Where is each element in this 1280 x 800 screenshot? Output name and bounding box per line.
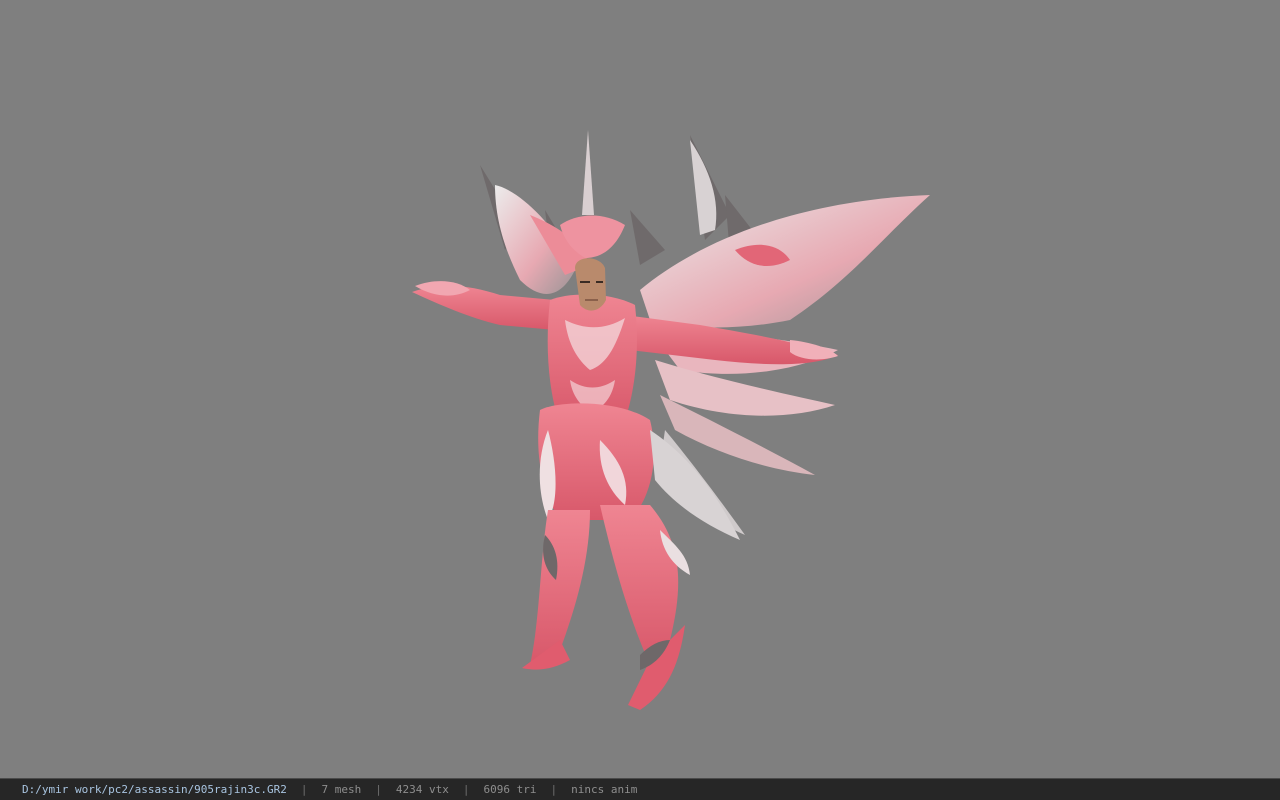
mesh-count: 7 mesh	[321, 783, 362, 796]
triangle-count: 6096 tri	[483, 783, 537, 796]
vertex-count: 4234 vtx	[395, 783, 449, 796]
separator: |	[462, 783, 470, 796]
character-model	[412, 130, 930, 710]
legs	[522, 505, 690, 710]
animation-status: nincs anim	[571, 783, 638, 796]
status-bar: D:/ymir work/pc2/assassin/905rajin3c.GR2…	[0, 778, 1280, 800]
separator: |	[300, 783, 308, 796]
crest-spike	[582, 130, 594, 215]
separator: |	[550, 783, 558, 796]
file-path: D:/ymir work/pc2/assassin/905rajin3c.GR2	[22, 783, 287, 796]
3d-viewport[interactable]	[0, 0, 1280, 778]
separator: |	[375, 783, 382, 796]
